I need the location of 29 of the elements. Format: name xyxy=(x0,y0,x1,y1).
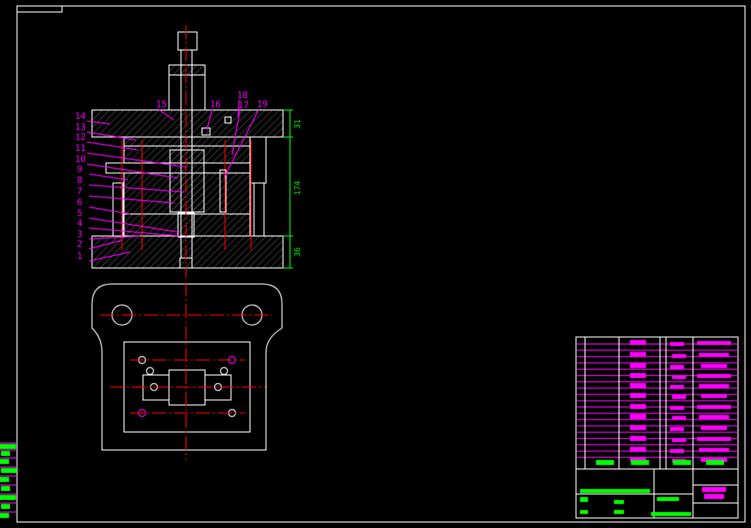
leader-line xyxy=(86,142,138,150)
part-number: 14 xyxy=(75,112,86,122)
part-number: 3 xyxy=(77,230,82,240)
part-number: 19 xyxy=(257,100,268,110)
leader-line xyxy=(88,252,130,262)
part-number: 12 xyxy=(75,133,86,143)
part-number: 9 xyxy=(77,165,82,175)
part-number: 5 xyxy=(77,209,82,219)
dimension-label: 174 xyxy=(293,180,302,196)
part-number: 13 xyxy=(75,123,86,133)
leader-line xyxy=(206,108,212,130)
part-number: 16 xyxy=(210,100,221,110)
leader-line xyxy=(88,206,130,214)
part-number: 6 xyxy=(77,198,82,208)
part-number: 2 xyxy=(77,240,82,250)
leader-line xyxy=(86,132,136,140)
part-number: 18 xyxy=(237,91,248,101)
part-number: 8 xyxy=(77,176,82,186)
part-number: 10 xyxy=(75,155,86,165)
dimension-label: 36 xyxy=(293,247,302,257)
dimension-label: 31 xyxy=(293,119,302,129)
part-number: 17 xyxy=(238,101,249,111)
part-number: 7 xyxy=(77,187,82,197)
leader-line xyxy=(158,108,174,120)
part-number: 4 xyxy=(77,219,82,229)
part-number: 1 xyxy=(77,252,82,262)
leader-line xyxy=(86,120,110,124)
part-number: 11 xyxy=(75,144,86,154)
part-number: 15 xyxy=(156,100,167,110)
